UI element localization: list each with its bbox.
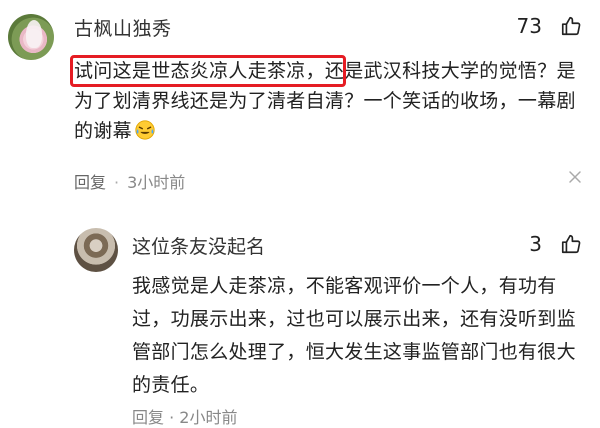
crying-laughing-emoji-icon [135,120,155,140]
reply-avatar[interactable] [74,228,118,272]
thumbs-up-icon[interactable] [560,233,582,255]
reply-button[interactable]: 回复 [74,173,106,192]
reply-text: 我感觉是人走茶凉，不能客观评价一个人，有功有过，功展示出来，过也可以展示出来，还… [132,275,576,396]
highlight-box [70,55,346,87]
thumbs-up-icon[interactable] [560,15,582,37]
comment-time: 3小时前 [127,173,186,192]
reply-username[interactable]: 这位条友没起名 [132,232,265,259]
reply-like-count: 3 [529,232,542,256]
reply-meta-partial: 回复 · 2小时前 [132,408,238,427]
separator-dot: · [114,173,120,192]
comment-like-count: 73 [516,14,542,38]
comment-username[interactable]: 古枫山独秀 [74,14,172,41]
comment-avatar[interactable] [8,14,54,60]
close-icon[interactable] [568,170,582,184]
comment-meta: 回复 · 3小时前 [74,169,185,193]
